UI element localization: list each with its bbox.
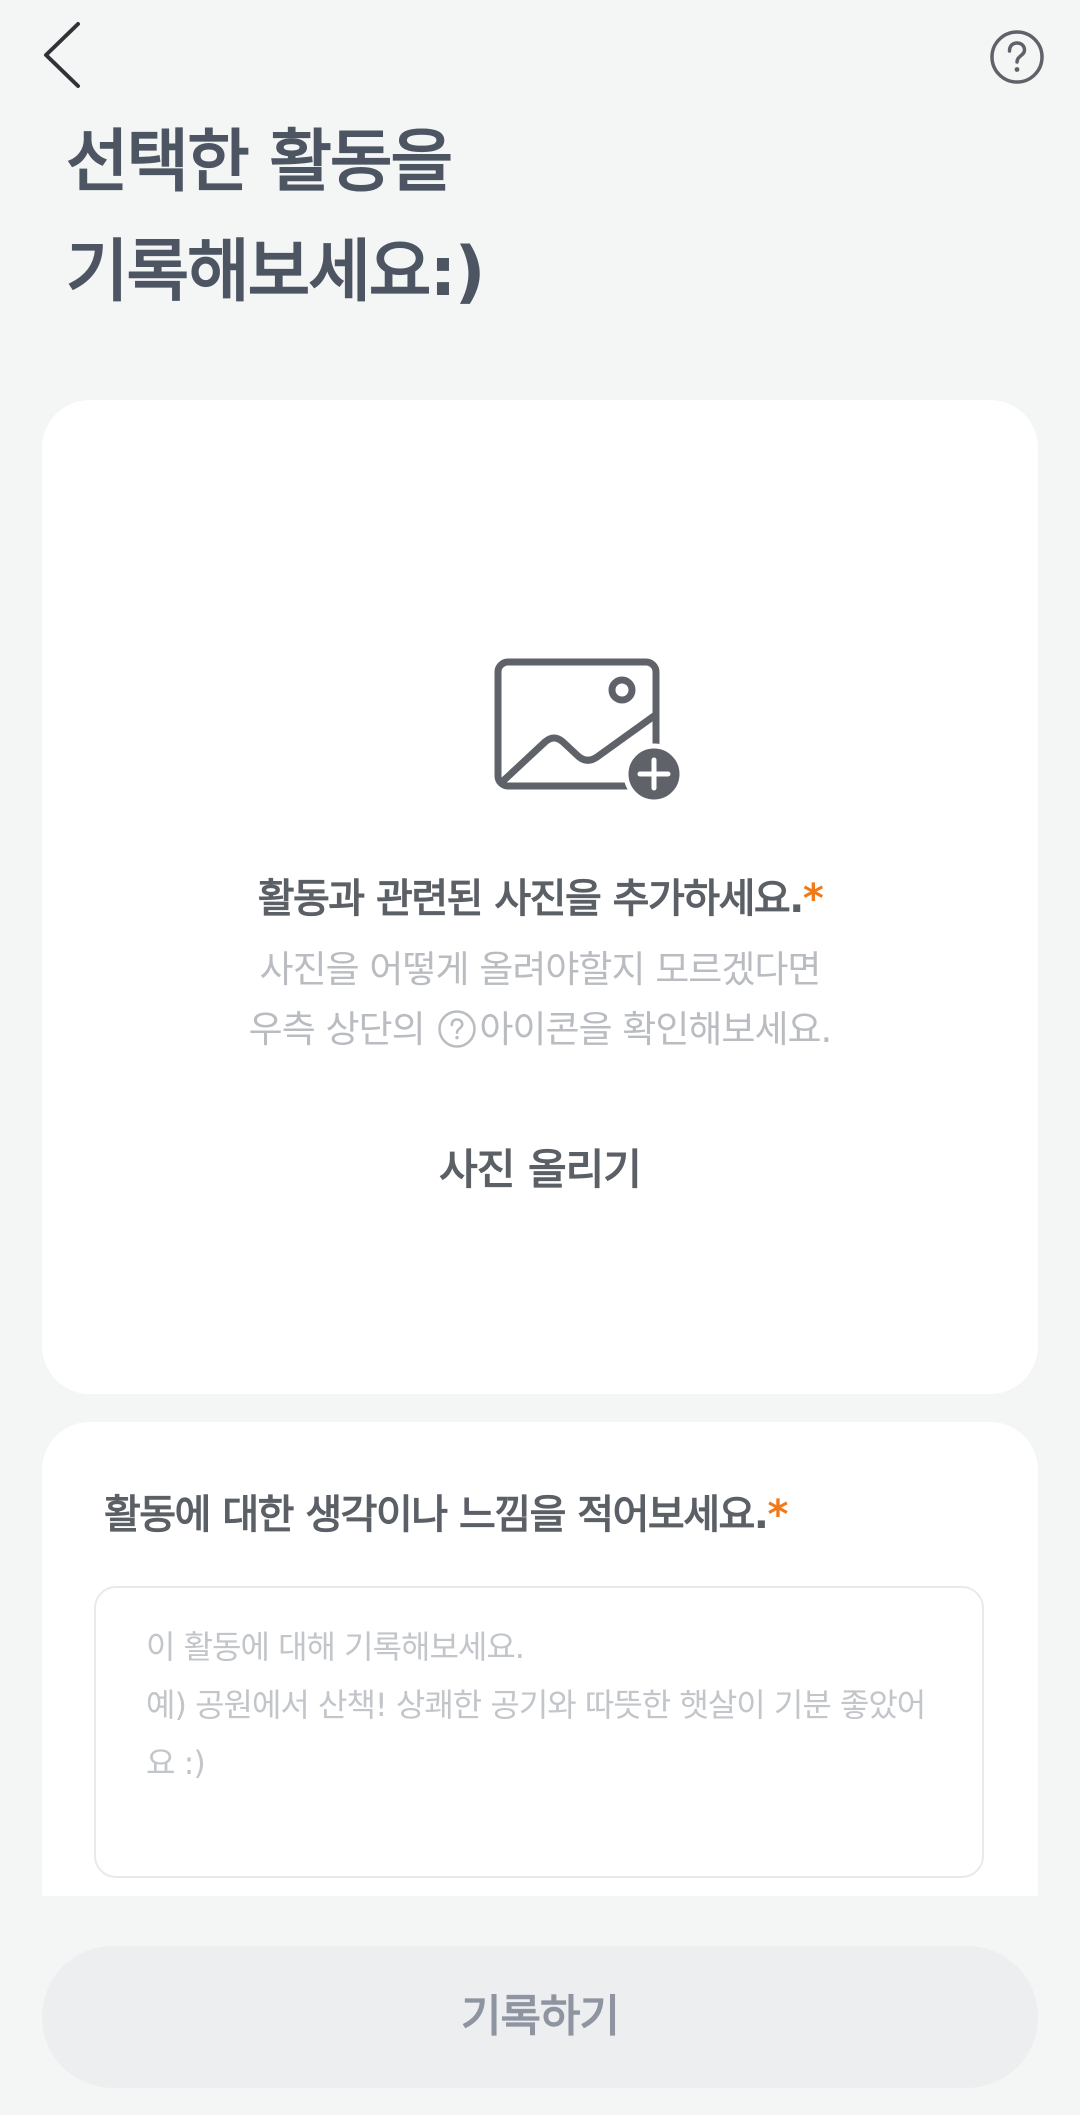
back-button[interactable]	[36, 18, 96, 92]
note-input-box	[94, 1586, 984, 1878]
required-mark: *	[802, 876, 824, 922]
page-title-line-2: 기록해보세요:)	[66, 233, 486, 312]
note-title-text: 활동에 대한 생각이나 느낌을 적어보세요.	[104, 1492, 769, 1538]
image-add-icon	[494, 658, 685, 805]
note-card: 활동에 대한 생각이나 느낌을 적어보세요.*	[42, 1422, 1038, 1896]
chevron-left-icon	[44, 22, 80, 88]
note-section-title: 활동에 대한 생각이나 느낌을 적어보세요.*	[104, 1482, 1004, 1540]
top-bar	[0, 0, 1080, 110]
submit-record-button[interactable]: 기록하기	[42, 1946, 1038, 2088]
photo-upload-card: 활동과 관련된 사진을 추가하세요.* 사진을 어떻게 올려야할지 모르겠다면 …	[42, 400, 1038, 1394]
photo-section-title: 활동과 관련된 사진을 추가하세요.*	[42, 866, 1038, 924]
page-title-line-1: 선택한 활동을	[66, 123, 453, 202]
note-textarea[interactable]	[96, 1588, 982, 1876]
help-button[interactable]	[988, 28, 1046, 86]
question-circle-icon	[990, 30, 1044, 84]
description-line-2: 우측 상단의 아이콘을 확인해보세요.	[42, 1000, 1038, 1060]
photo-section-description: 사진을 어떻게 올려야할지 모르겠다면 우측 상단의 아이콘을 확인해보세요.	[42, 940, 1038, 1060]
page-title: 선택한 활동을 기록해보세요:)	[66, 108, 966, 328]
upload-photo-button[interactable]: 사진 올리기	[390, 1130, 690, 1210]
description-line-1: 사진을 어떻게 올려야할지 모르겠다면	[259, 948, 822, 991]
description-text-after: 아이콘을 확인해보세요.	[479, 1008, 832, 1051]
required-mark: *	[767, 1492, 789, 1538]
question-circle-icon	[438, 1010, 477, 1048]
photo-title-text: 활동과 관련된 사진을 추가하세요.	[257, 876, 805, 922]
description-text-before: 우측 상단의	[248, 1008, 426, 1051]
